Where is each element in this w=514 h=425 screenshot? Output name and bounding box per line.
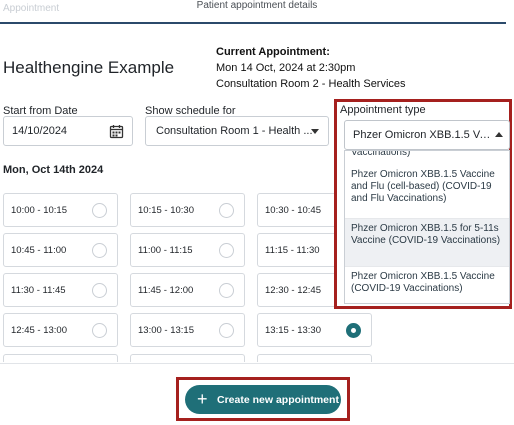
time-slot[interactable]: 10:15 - 10:30 (130, 193, 245, 227)
time-slot-radio[interactable] (346, 323, 361, 338)
time-slot-radio[interactable] (219, 243, 234, 258)
chevron-down-icon (311, 129, 319, 134)
appointment-type-dropdown: Vaccinations) Phzer Omicron XBB.1.5 Vacc… (344, 150, 510, 304)
appointment-type-highlight: Appointment type Phzer Omicron XBB.1.5 V… (334, 99, 512, 309)
time-slot-label: 10:30 - 10:45 (265, 205, 321, 216)
time-slot-label: 12:30 - 12:45 (265, 285, 321, 296)
time-slot[interactable]: 11:00 - 11:15 (130, 233, 245, 267)
create-appointment-label: Create new appointment (217, 394, 339, 406)
time-slot[interactable]: 12:45 - 13:00 (3, 313, 118, 347)
time-slot-label: 12:45 - 13:00 (11, 325, 67, 336)
practice-name: Healthengine Example (3, 58, 175, 77)
time-slot[interactable]: 11:30 - 11:45 (3, 273, 118, 307)
time-slot-label: 11:30 - 11:45 (11, 285, 66, 296)
time-slot-label: 11:45 - 12:00 (138, 285, 194, 296)
time-slot-radio[interactable] (92, 243, 107, 258)
create-button-highlight: + Create new appointment (176, 377, 350, 421)
time-slot-label: 10:45 - 11:00 (11, 245, 67, 256)
current-appointment: Current Appointment: Mon 14 Oct, 2024 at… (216, 44, 406, 92)
time-slot-radio[interactable] (92, 283, 107, 298)
time-slot-radio[interactable] (219, 203, 234, 218)
dropdown-option[interactable]: Phzer Omicron XBB.1.5 Vaccine (COVID-19 … (345, 267, 509, 303)
day-label: Mon, Oct 14th 2024 (3, 164, 104, 176)
current-appointment-datetime: Mon 14 Oct, 2024 at 2:30pm (216, 62, 356, 74)
footer-divider (0, 363, 514, 364)
time-slot-label: 11:15 - 11:30 (265, 245, 320, 256)
time-slot-radio[interactable] (92, 323, 107, 338)
current-appointment-location: Consultation Room 2 - Health Services (216, 78, 406, 90)
plus-icon: + (197, 389, 208, 409)
page-title: Patient appointment details (196, 0, 318, 11)
time-slot-radio[interactable] (219, 323, 234, 338)
time-slot[interactable]: 13:15 - 13:30 (257, 313, 372, 347)
time-slot-radio[interactable] (219, 283, 234, 298)
create-appointment-button[interactable]: + Create new appointment (185, 385, 341, 414)
dropdown-option[interactable]: Vaccinations) (345, 151, 509, 161)
time-slot[interactable]: 10:00 - 10:15 (3, 193, 118, 227)
dropdown-option[interactable]: Phzer Omicron XBB.1.5 for 5-11s Vaccine … (345, 219, 509, 267)
appointment-type-select[interactable]: Phzer Omicron XBB.1.5 Vaccin... (344, 120, 510, 150)
time-slot-label: 11:00 - 11:15 (138, 245, 193, 256)
header-divider (0, 22, 506, 24)
calendar-icon[interactable] (109, 124, 124, 142)
appointment-type-value: Phzer Omicron XBB.1.5 Vaccin... (353, 129, 493, 141)
start-date-value: 14/10/2024 (12, 125, 68, 137)
schedule-select[interactable]: Consultation Room 1 - Health ... (145, 116, 329, 146)
appointment-type-label: Appointment type (340, 104, 426, 116)
schedule-value: Consultation Room 1 - Health ... (156, 125, 313, 137)
time-slot-partial (130, 354, 245, 362)
time-slot-partial (3, 354, 118, 362)
time-slot[interactable]: 13:00 - 13:15 (130, 313, 245, 347)
time-slot[interactable]: 11:45 - 12:00 (130, 273, 245, 307)
start-date-input[interactable]: 14/10/2024 (3, 116, 133, 146)
time-slot-label: 10:00 - 10:15 (11, 205, 67, 216)
time-slot-radio[interactable] (92, 203, 107, 218)
chevron-up-icon (495, 132, 503, 137)
dropdown-option[interactable]: Phzer Omicron XBB.1.5 Vaccine and Flu (c… (345, 169, 509, 219)
top-bar: Appointment Patient appointment details (0, 0, 514, 26)
time-slot-label: 13:00 - 13:15 (138, 325, 194, 336)
current-appointment-heading: Current Appointment: (216, 46, 330, 58)
time-slot[interactable]: 10:45 - 11:00 (3, 233, 118, 267)
time-slot-label: 10:15 - 10:30 (138, 205, 194, 216)
time-slot-label: 13:15 - 13:30 (265, 325, 321, 336)
time-slot-partial (257, 354, 372, 362)
